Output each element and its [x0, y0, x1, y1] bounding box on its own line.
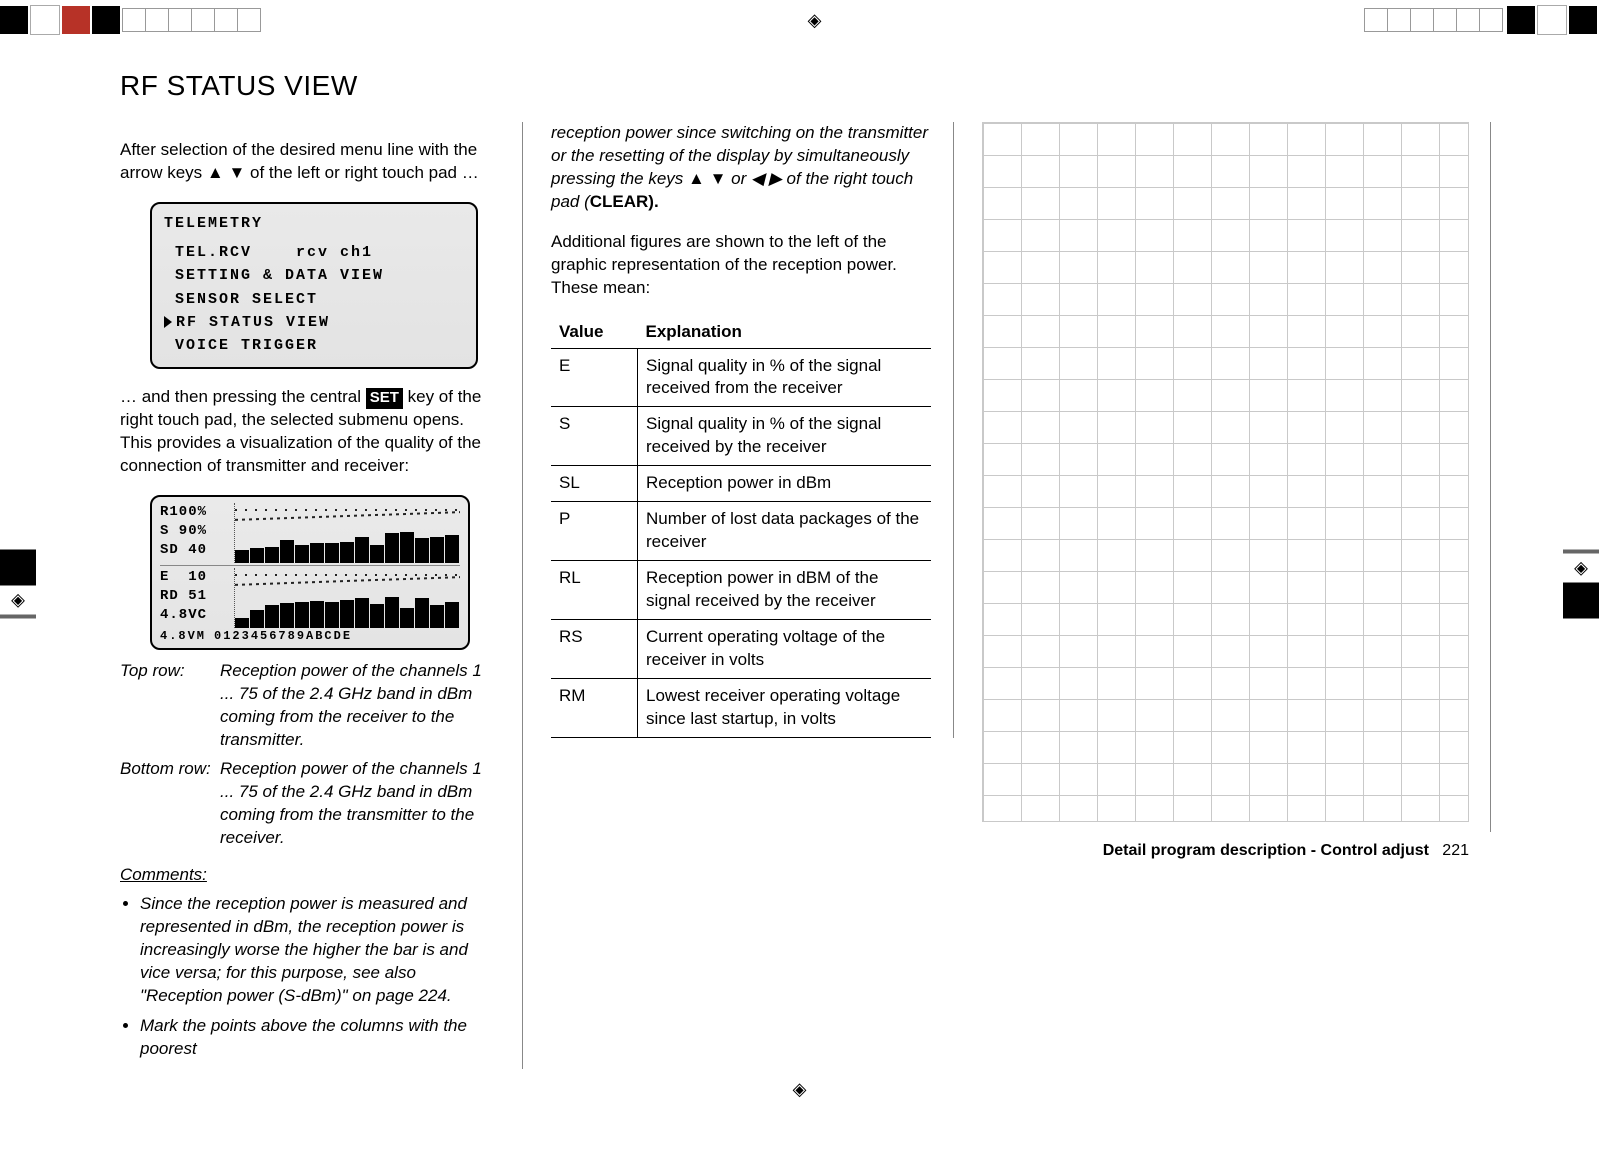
column-3-rule: [1490, 122, 1491, 832]
bottom-row-desc: Reception power of the channels 1 ... 75…: [220, 758, 500, 850]
registration-mark-icon: ◈: [808, 10, 822, 31]
table-row: SSignal quality in % of the signal recei…: [551, 407, 931, 466]
table-row: RSCurrent operating voltage of the recei…: [551, 619, 931, 678]
top-row-definition: Top row: Reception power of the channels…: [120, 660, 500, 752]
telemetry-line-5: VOICE TRIGGER: [164, 334, 464, 357]
th-value: Value: [551, 317, 638, 348]
telemetry-line-4-selected: RF STATUS VIEW: [164, 311, 464, 334]
clear-label: CLEAR).: [590, 192, 659, 211]
graph-top-chart: [234, 503, 460, 563]
column-2: reception power since switching on the t…: [551, 122, 954, 738]
graph-bottom-bars: [235, 595, 460, 628]
bottom-row-term: Bottom row:: [120, 758, 220, 850]
selection-pointer-icon: [164, 316, 172, 328]
comment-1: Since the reception power is measured an…: [140, 893, 500, 1008]
col2-continuation: reception power since switching on the t…: [551, 122, 931, 214]
top-left-ornaments: [0, 5, 265, 35]
graph-bottom-labels: E 10 RD 51 4.8VC: [160, 568, 234, 628]
graph-bottom-half: E 10 RD 51 4.8VC: [160, 568, 460, 628]
table-row: RLReception power in dBM of the signal r…: [551, 561, 931, 620]
telemetry-line-1: TEL.RCV rcv ch1: [164, 241, 464, 264]
graph-axis: 4.8VM0123456789ABCDE: [160, 628, 460, 644]
col2-after-clear: Additional figures are shown to the left…: [551, 231, 931, 300]
column-3: Detail program description - Control adj…: [982, 122, 1479, 862]
arrow-left-right-icon: ◀ ▶: [751, 169, 782, 188]
table-row: ESignal quality in % of the signal recei…: [551, 348, 931, 407]
top-row-desc: Reception power of the channels 1 ... 75…: [220, 660, 500, 752]
footer-label: Detail program description - Control adj…: [1103, 842, 1429, 859]
top-row-term: Top row:: [120, 660, 220, 752]
printer-marks-bottom: ◈: [0, 1069, 1599, 1109]
graph-top-labels: R100% S 90% SD 40: [160, 503, 234, 563]
graph-top-bars: [235, 530, 460, 563]
page-number: 221: [1442, 842, 1469, 859]
arrow-up-down-icon: ▲ ▼: [207, 163, 245, 182]
column-1: After selection of the desired menu line…: [120, 122, 523, 1069]
intro-paragraph: After selection of the desired menu line…: [120, 139, 500, 185]
telemetry-line-2: SETTING & DATA VIEW: [164, 264, 464, 287]
telemetry-menu-screenshot: TELEMETRY TEL.RCV rcv ch1 SETTING & DATA…: [150, 202, 478, 370]
registration-left: ◈: [0, 550, 36, 619]
value-explanation-table: Value Explanation ESignal quality in % o…: [551, 317, 931, 738]
graph-top-half: R100% S 90% SD 40: [160, 503, 460, 563]
comments-list: Since the reception power is measured an…: [120, 893, 500, 1062]
page-footer: Detail program description - Control adj…: [982, 836, 1469, 862]
top-right-ornaments: [1364, 5, 1599, 35]
table-row: PNumber of lost data packages of the rec…: [551, 502, 931, 561]
printer-marks-top: ◈: [0, 0, 1599, 40]
table-row: RMLowest receiver operating voltage sinc…: [551, 678, 931, 737]
rf-status-graph-screenshot: R100% S 90% SD 40 E 10 RD: [150, 495, 470, 650]
note-grid: [982, 122, 1469, 822]
telemetry-line-3: SENSOR SELECT: [164, 288, 464, 311]
table-row: SLReception power in dBm: [551, 466, 931, 502]
mid-paragraph: … and then pressing the central SET key …: [120, 386, 500, 478]
telemetry-title: TELEMETRY: [164, 212, 464, 235]
registration-mark-icon: ◈: [793, 1079, 807, 1100]
comment-2: Mark the points above the columns with t…: [140, 1015, 500, 1061]
th-explanation: Explanation: [638, 317, 932, 348]
set-key-icon: SET: [366, 388, 403, 408]
arrow-up-down-icon: ▲ ▼: [688, 169, 726, 188]
registration-right: ◈: [1563, 550, 1599, 619]
comments-heading: Comments:: [120, 864, 500, 887]
bottom-row-definition: Bottom row: Reception power of the chann…: [120, 758, 500, 850]
section-title: RF STATUS VIEW: [120, 70, 1479, 102]
graph-bottom-chart: [234, 568, 460, 628]
